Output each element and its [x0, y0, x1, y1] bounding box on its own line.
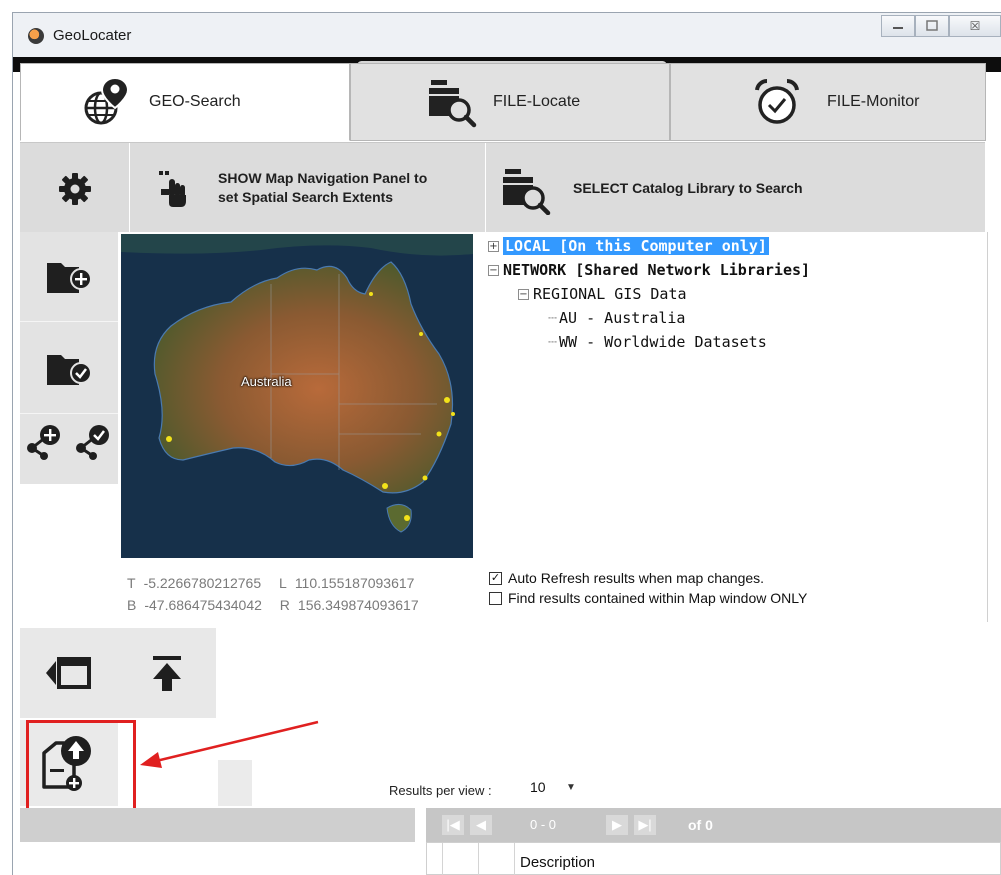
- gear-icon: [59, 173, 91, 205]
- dropdown-arrow-icon[interactable]: ▼: [566, 782, 576, 793]
- folder-search-icon: [503, 169, 551, 215]
- auto-refresh-label: Auto Refresh results when map changes.: [508, 570, 765, 586]
- auto-refresh-option[interactable]: ✓ Auto Refresh results when map changes.: [489, 568, 807, 588]
- folder-check-icon: [47, 354, 92, 385]
- move-to-top-button[interactable]: [118, 628, 216, 718]
- prev-page-button[interactable]: ◀: [470, 815, 492, 835]
- alarm-clock-icon: [755, 78, 799, 124]
- library-actions-panel: [20, 232, 118, 484]
- map-window-only-checkbox[interactable]: [489, 591, 502, 605]
- map-navigation-button[interactable]: SHOW Map Navigation Panel to set Spatial…: [131, 143, 486, 233]
- prev-page-icon: ◀: [476, 817, 486, 832]
- results-per-view-label: Results per view :: [389, 783, 492, 798]
- grid-col-description[interactable]: Description: [520, 854, 595, 871]
- grid-col-select: [479, 843, 515, 875]
- globe-pin-icon: [84, 76, 130, 125]
- settings-button[interactable]: [20, 143, 130, 233]
- tree-node-regional[interactable]: − REGIONAL GIS Data: [488, 282, 810, 306]
- map-extent-coordinates: T -5.2266780212765 L 110.155187093617 B -47…: [127, 572, 419, 616]
- catalog-tree: + LOCAL [On this Computer only] − NETWOR…: [488, 234, 810, 354]
- map-view[interactable]: Australia: [121, 234, 473, 558]
- results-list-header: [20, 808, 415, 842]
- coord-r-value: 156.349874093617: [297, 597, 419, 613]
- expand-icon[interactable]: +: [488, 240, 499, 252]
- select-catalog-button[interactable]: SELECT Catalog Library to Search: [487, 143, 985, 233]
- map-window-only-label: Find results contained within Map window…: [508, 590, 808, 606]
- last-page-icon: ▶|: [638, 817, 652, 832]
- coord-l-value: 110.155187093617: [294, 575, 415, 591]
- folder-search-icon: [429, 80, 477, 128]
- add-folder-button[interactable]: [20, 232, 118, 322]
- folder-add-icon: [47, 262, 92, 293]
- australia-satellite-map: [121, 234, 473, 558]
- last-page-button[interactable]: ▶|: [634, 815, 656, 835]
- map-nav-label-line2: set Spatial Search Extents: [218, 189, 394, 205]
- highlight-box: [26, 720, 136, 816]
- coord-t-value: -5.2266780212765: [143, 575, 262, 591]
- results-per-view-select[interactable]: 10: [530, 779, 546, 795]
- next-page-icon: ▶: [612, 817, 622, 832]
- coord-t-key: T: [127, 575, 136, 591]
- tab-geo-search[interactable]: GEO-Search: [20, 63, 350, 141]
- map-window-only-option[interactable]: Find results contained within Map window…: [489, 588, 807, 608]
- map-nav-label-line1: SHOW Map Navigation Panel to: [218, 170, 428, 186]
- collapse-panel-button[interactable]: [20, 628, 118, 718]
- auto-refresh-checkbox[interactable]: ✓: [489, 571, 502, 585]
- tree-connector: ┄: [548, 333, 558, 351]
- tree-node-ww-label[interactable]: WW - Worldwide Datasets: [559, 333, 767, 351]
- tree-node-au[interactable]: ┄ AU - Australia: [488, 306, 810, 330]
- tab-file-monitor-label: FILE-Monitor: [827, 93, 920, 110]
- tree-node-local-label[interactable]: LOCAL [On this Computer only]: [503, 237, 769, 255]
- tab-file-locate[interactable]: FILE-Locate: [350, 63, 670, 141]
- coord-r-key: R: [279, 597, 290, 613]
- share-check-icon[interactable]: [75, 422, 113, 460]
- window-title: GeoLocater: [53, 27, 132, 44]
- page-range: 0 - 0: [530, 817, 557, 832]
- title-bar: GeoLocater ☒: [13, 13, 1001, 57]
- verify-folder-button[interactable]: [20, 324, 118, 414]
- arrow-to-top-icon: [153, 656, 181, 691]
- minimize-icon: [893, 27, 903, 29]
- close-icon: ☒: [969, 19, 981, 33]
- tree-node-au-label[interactable]: AU - Australia: [559, 309, 685, 327]
- tree-node-regional-label[interactable]: REGIONAL GIS Data: [533, 285, 687, 303]
- tab-geo-search-label: GEO-Search: [149, 93, 241, 110]
- map-country-label: Australia: [241, 374, 292, 389]
- tree-node-ww[interactable]: ┄ WW - Worldwide Datasets: [488, 330, 810, 354]
- maximize-icon: [926, 20, 938, 31]
- app-icon: [28, 28, 44, 44]
- coord-l-key: L: [279, 575, 287, 591]
- close-button[interactable]: ☒: [949, 15, 1001, 37]
- first-page-button[interactable]: |◀: [442, 815, 464, 835]
- tree-node-local[interactable]: + LOCAL [On this Computer only]: [488, 234, 810, 258]
- coord-b-value: -47.686475434042: [144, 597, 262, 613]
- vertical-divider: [987, 232, 988, 622]
- toolbar: SHOW Map Navigation Panel to set Spatial…: [20, 142, 985, 233]
- first-page-icon: |◀: [446, 817, 460, 832]
- collapse-icon[interactable]: −: [518, 288, 529, 300]
- page-total: of 0: [688, 817, 713, 833]
- tree-node-network[interactable]: − NETWORK [Shared Network Libraries]: [488, 258, 810, 282]
- catalog-label: SELECT Catalog Library to Search: [573, 180, 803, 196]
- coord-b-key: B: [127, 597, 137, 613]
- spacer-block: [218, 760, 252, 806]
- share-add-icon[interactable]: [26, 422, 64, 460]
- results-grid-header: [426, 842, 1001, 875]
- pager-bar: |◀ ◀ 0 - 0 ▶ ▶| of 0: [426, 808, 1001, 842]
- minimize-button[interactable]: [881, 15, 915, 37]
- panel-collapse-icon: [46, 657, 91, 689]
- maximize-button[interactable]: [915, 15, 949, 37]
- search-options: ✓ Auto Refresh results when map changes.…: [489, 568, 807, 608]
- tree-connector: ┄: [548, 309, 558, 327]
- tree-node-network-label[interactable]: NETWORK [Shared Network Libraries]: [503, 261, 810, 279]
- tab-file-monitor[interactable]: FILE-Monitor: [670, 63, 986, 141]
- next-page-button[interactable]: ▶: [606, 815, 628, 835]
- results-list-panel: [20, 808, 415, 875]
- grid-col-handle: [427, 843, 443, 875]
- collapse-icon[interactable]: −: [488, 264, 499, 276]
- touch-gesture-icon: [159, 171, 186, 207]
- tab-file-locate-label: FILE-Locate: [493, 93, 581, 110]
- panel-buttons: [20, 628, 216, 718]
- grid-col-icon: [443, 843, 479, 875]
